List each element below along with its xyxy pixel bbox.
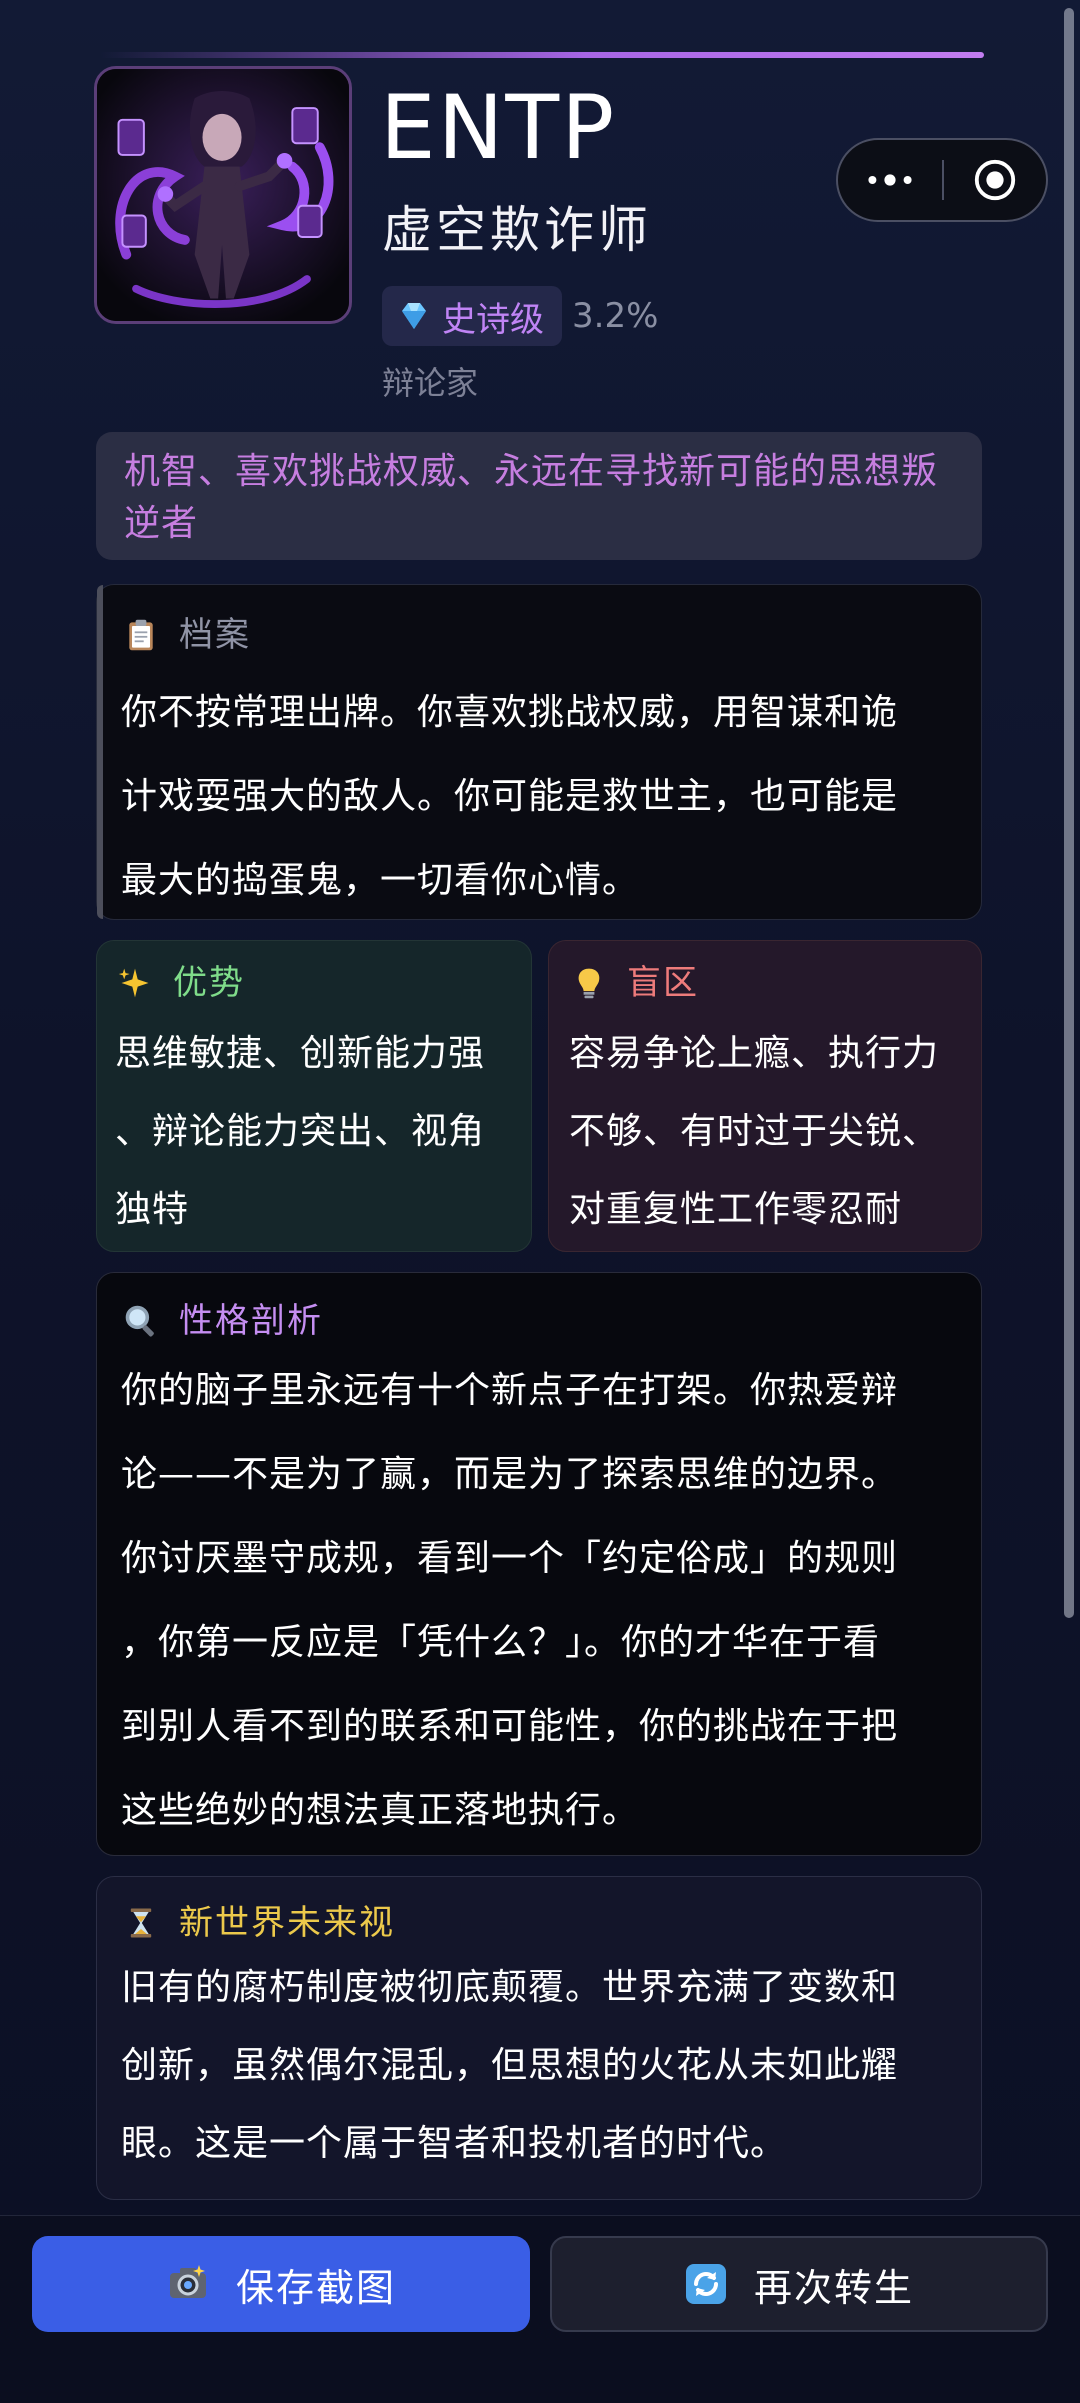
future-card-title: 新世界未来视 <box>121 1899 957 1947</box>
profile-card-body: 你不按常理出牌。你喜欢挑战权威，用智谋和诡 计戏耍强大的敌人。你可能是救世主，也… <box>121 671 957 923</box>
hourglass-icon <box>121 1903 161 1943</box>
strengths-line: 独特 <box>115 1189 190 1230</box>
profile-card-heading: 档案 <box>179 615 251 655</box>
strengths-card-heading: 优势 <box>173 963 245 1003</box>
analysis-card-title: 性格剖析 <box>121 1297 957 1345</box>
strengths-line: 思维敏捷、创新能力强 <box>115 1033 486 1074</box>
analysis-line: 到别人看不到的联系和可能性，你的挑战在于把 <box>121 1706 899 1747</box>
rebirth-button-label: 再次转生 <box>753 2265 914 2310</box>
close-button[interactable] <box>944 140 1046 220</box>
strengths-line: 、辩论能力突出、视角 <box>115 1111 486 1152</box>
blindspots-card-body: 容易争论上瘾、执行力 不够、有时过于尖锐、 对重复性工作零忍耐 <box>569 1015 961 1249</box>
profile-line: 计戏耍强大的敌人。你可能是救世主，也可能是 <box>121 776 899 817</box>
blindspots-line: 对重复性工作零忍耐 <box>569 1189 903 1230</box>
rebirth-button[interactable]: 再次转生 <box>550 2236 1048 2332</box>
analysis-line: 你的脑子里永远有十个新点子在打架。你热爱辩 <box>121 1370 899 1411</box>
analysis-card: 性格剖析 你的脑子里永远有十个新点子在打架。你热爱辩 论——不是为了赢，而是为了… <box>96 1272 982 1856</box>
future-card-body: 旧有的腐朽制度被彻底颠覆。世界充满了变数和 创新，虽然偶尔混乱，但思想的火花从未… <box>121 1949 957 2183</box>
analysis-card-body: 你的脑子里永远有十个新点子在打架。你热爱辩 论——不是为了赢，而是为了探索思维的… <box>121 1349 957 1853</box>
blindspots-card-title: 盲区 <box>569 959 961 1007</box>
target-close-icon <box>974 159 1016 201</box>
future-line: 创新，虽然偶尔混乱，但思想的火花从未如此耀 <box>121 2045 899 2086</box>
rarity-label: 史诗级 <box>442 299 544 340</box>
save-button-label: 保存截图 <box>235 2265 396 2310</box>
blindspots-card: 盲区 容易争论上瘾、执行力 不够、有时过于尖锐、 对重复性工作零忍耐 <box>548 940 982 1252</box>
mini-program-capsule <box>836 138 1048 222</box>
blindspots-card-heading: 盲区 <box>627 963 699 1003</box>
magnifier-icon <box>121 1301 161 1341</box>
mbti-type-title: ENTP <box>380 76 617 179</box>
more-dots-icon <box>868 174 912 186</box>
analysis-card-heading: 性格剖析 <box>179 1301 323 1341</box>
profile-card-bar <box>97 585 103 919</box>
more-button[interactable] <box>838 140 942 220</box>
refresh-icon <box>684 2262 728 2306</box>
future-line: 旧有的腐朽制度被彻底颠覆。世界充满了变数和 <box>121 1967 899 2008</box>
rarity-percent: 3.2% <box>572 296 659 336</box>
void-trickster-portrait-icon <box>97 69 349 321</box>
analysis-line: 这些绝妙的想法真正落地执行。 <box>121 1790 640 1831</box>
strengths-card-title: 优势 <box>115 959 511 1007</box>
future-card-heading: 新世界未来视 <box>179 1903 395 1943</box>
profile-card-title: 档案 <box>121 611 957 659</box>
clipboard-icon <box>121 615 161 655</box>
analysis-line: ，你第一反应是「凭什么？」。你的才华在于看 <box>121 1622 881 1663</box>
profile-line: 你不按常理出牌。你喜欢挑战权威，用智谋和诡 <box>121 692 899 733</box>
camera-icon <box>166 2262 210 2306</box>
rarity-badge: 史诗级 <box>382 286 562 346</box>
scrollbar-thumb[interactable] <box>1064 8 1074 1618</box>
strengths-card-body: 思维敏捷、创新能力强 、辩论能力突出、视角 独特 <box>115 1015 511 1249</box>
save-screenshot-button[interactable]: 保存截图 <box>32 2236 530 2332</box>
lightbulb-icon <box>569 963 609 1003</box>
character-name: 虚空欺诈师 <box>382 201 652 259</box>
tagline: 机智、喜欢挑战权威、永远在寻找新可能的思想叛逆者 <box>96 432 982 560</box>
future-line: 眼。这是一个属于智者和投机者的时代。 <box>121 2123 788 2164</box>
result-page: ENTP 虚空欺诈师 史诗级 3.2% 辩论家 机智、喜欢挑战权威、永远在寻找新… <box>0 0 1080 2403</box>
profile-card: 档案 你不按常理出牌。你喜欢挑战权威，用智谋和诡 计戏耍强大的敌人。你可能是救世… <box>96 584 982 920</box>
analysis-line: 你讨厌墨守成规，看到一个「约定俗成」的规则 <box>121 1538 899 1579</box>
blindspots-line: 容易争论上瘾、执行力 <box>569 1033 940 1074</box>
strengths-card: 优势 思维敏捷、创新能力强 、辩论能力突出、视角 独特 <box>96 940 532 1252</box>
character-avatar <box>94 66 352 324</box>
scroll-content[interactable]: ENTP 虚空欺诈师 史诗级 3.2% 辩论家 机智、喜欢挑战权威、永远在寻找新… <box>0 0 1080 2215</box>
diamond-icon <box>402 303 426 329</box>
blindspots-line: 不够、有时过于尖锐、 <box>569 1111 940 1152</box>
type-nickname: 辩论家 <box>382 364 479 402</box>
future-card: 新世界未来视 旧有的腐朽制度被彻底颠覆。世界充满了变数和 创新，虽然偶尔混乱，但… <box>96 1876 982 2200</box>
accent-line <box>100 52 984 58</box>
profile-line: 最大的捣蛋鬼，一切看你心情。 <box>121 860 640 901</box>
sparkles-icon <box>115 963 155 1003</box>
analysis-line: 论——不是为了赢，而是为了探索思维的边界。 <box>121 1454 899 1495</box>
